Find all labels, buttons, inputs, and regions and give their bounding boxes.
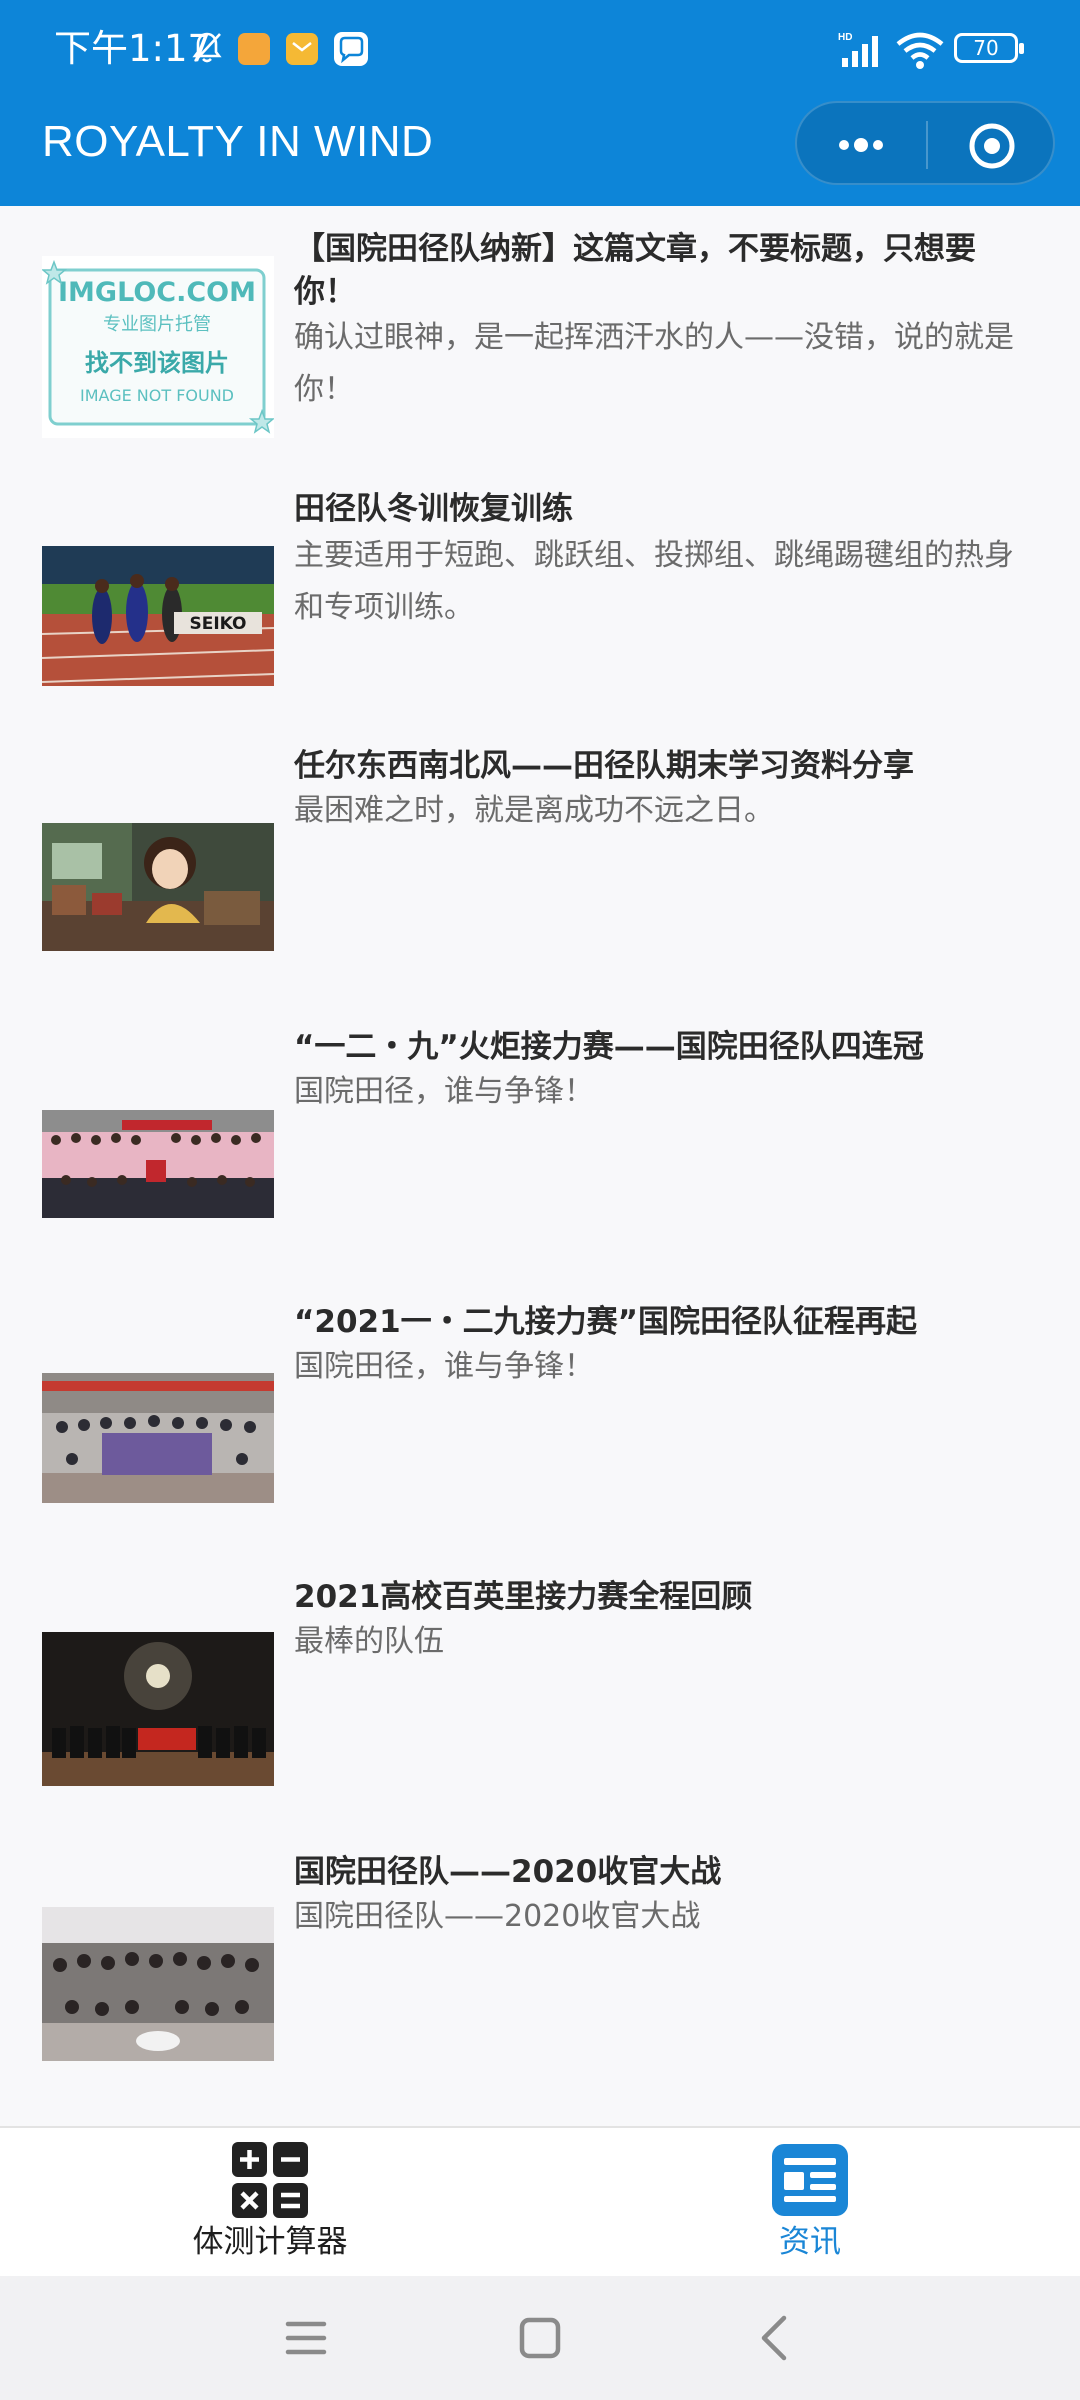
news-icon (772, 2144, 848, 2216)
article-item[interactable]: “2021一・二九接力赛”国院田径队征程再起 国院田径，谁与争锋！ (0, 1301, 1080, 1576)
tab-fitness-calculator[interactable]: 体测计算器 (0, 2128, 540, 2278)
target-close-icon[interactable] (967, 121, 1017, 171)
article-description: 国院田径，谁与争锋！ (294, 1349, 594, 1384)
battery-icon: 70 (954, 33, 1024, 63)
season-finale-team-photo (42, 1907, 274, 2061)
system-navigation-bar (0, 2276, 1080, 2400)
back-icon[interactable] (748, 2310, 804, 2366)
capsule-divider (926, 121, 928, 169)
article-item[interactable]: 国院田径队——2020收官大战 国院田径队——2020收官大战 (0, 1851, 1080, 2126)
home-icon[interactable] (512, 2310, 568, 2366)
article-item[interactable]: IMGLOC.COM 专业图片托管 找不到该图片 IMAGE NOT FOUND… (0, 206, 1080, 476)
svg-text:HD: HD (838, 32, 852, 43)
bottom-tabbar: 体测计算器 资讯 (0, 2126, 1080, 2276)
bell-muted-icon (192, 32, 222, 63)
photo-sponsor-text: SEIKO (189, 614, 246, 634)
article-description: 主要适用于短跑、跳跃组、投掷组、跳绳踢毽组的热身和专项训练。 (294, 538, 1014, 625)
article-description: 国院田径队——2020收官大战 (294, 1899, 701, 1934)
hd-signal-icon: HD (838, 32, 878, 67)
article-title: 任尔东西南北风——田径队期末学习资料分享 (294, 748, 914, 784)
article-thumbnail (42, 1907, 274, 2061)
status-bar: 下午1:17 HD 70 (0, 0, 1080, 98)
article-thumbnail (42, 823, 274, 951)
image-not-found-placeholder: IMGLOC.COM 专业图片托管 找不到该图片 IMAGE NOT FOUND (42, 259, 274, 434)
calculator-icon (232, 2142, 308, 2218)
article-thumbnail (42, 1110, 274, 1218)
status-time: 下午1:17 (54, 27, 212, 70)
app-notification-icon (238, 33, 270, 65)
article-description: 最棒的队伍 (294, 1624, 444, 1659)
article-title: 田径队冬训恢复训练 (294, 491, 573, 527)
article-thumbnail (42, 1373, 274, 1503)
wifi-icon (896, 32, 944, 69)
app-title: ROYALTY IN WIND (42, 117, 434, 166)
anime-study-photo (42, 823, 274, 951)
article-description: 最困难之时，就是离成功不远之日。 (294, 793, 774, 828)
miniprogram-capsule (795, 101, 1055, 185)
sprint-race-photo: SEIKO (42, 546, 274, 686)
article-item[interactable]: “一二・九”火炬接力赛——国院田径队四连冠 国院田径，谁与争锋！ (0, 1026, 1080, 1301)
article-thumbnail: IMGLOC.COM 专业图片托管 找不到该图片 IMAGE NOT FOUND (42, 256, 274, 438)
article-thumbnail (42, 1632, 274, 1786)
placeholder-message: 找不到该图片 (85, 349, 229, 377)
team-group-photo (42, 1110, 274, 1218)
placeholder-message-en: IMAGE NOT FOUND (80, 386, 234, 405)
chat-icon (334, 32, 368, 66)
tab-label: 体测计算器 (192, 2224, 348, 2260)
mail-icon (286, 33, 318, 65)
placeholder-brand: IMGLOC.COM (58, 277, 256, 308)
night-team-photo (42, 1632, 274, 1786)
article-title: “2021一・二九接力赛”国院田径队征程再起 (294, 1304, 918, 1340)
article-title: 【国院田径队纳新】这篇文章，不要标题，只想要你！ (294, 231, 976, 310)
app-header: 下午1:17 HD 70 ROYALTY IN WIND (0, 0, 1080, 206)
article-title: 2021高校百英里接力赛全程回顾 (294, 1579, 753, 1615)
article-description: 国院田径，谁与争锋！ (294, 1074, 594, 1109)
article-thumbnail: SEIKO (42, 546, 274, 686)
battery-level: 70 (973, 36, 999, 60)
more-dots-icon[interactable] (831, 130, 891, 160)
article-item[interactable]: 任尔东西南北风——田径队期末学习资料分享 最困难之时，就是离成功不远之日。 (0, 748, 1080, 1026)
article-item[interactable]: SEIKO 田径队冬训恢复训练 主要适用于短跑、跳跃组、投掷组、跳绳踢毽组的热身… (0, 476, 1080, 751)
relay-team-photo (42, 1373, 274, 1503)
menu-icon[interactable] (278, 2310, 334, 2366)
tab-news[interactable]: 资讯 (540, 2128, 1080, 2278)
article-description: 确认过眼神，是一起挥洒汗水的人——没错，说的就是你！ (294, 320, 1014, 407)
article-title: “一二・九”火炬接力赛——国院田径队四连冠 (294, 1029, 924, 1065)
article-title: 国院田径队——2020收官大战 (294, 1854, 722, 1890)
article-item[interactable]: 2021高校百英里接力赛全程回顾 最棒的队伍 (0, 1576, 1080, 1851)
tab-label: 资讯 (779, 2224, 841, 2260)
placeholder-tagline: 专业图片托管 (103, 314, 211, 335)
